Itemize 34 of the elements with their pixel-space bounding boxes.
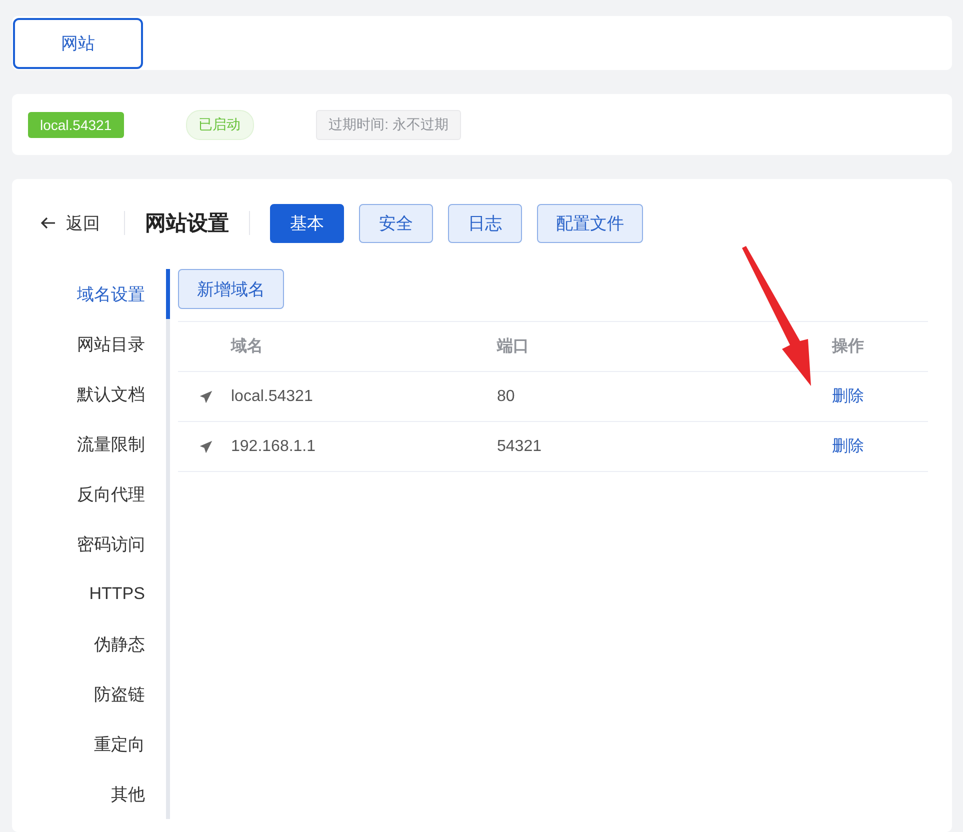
sidebar-item[interactable]: 重定向 [36,719,170,769]
expiry-tag: 过期时间: 永不过期 [316,110,462,140]
sidebar-item[interactable]: 伪静态 [36,619,170,669]
sidebar-item[interactable]: 流量限制 [36,419,170,469]
send-icon [198,390,212,404]
sidebar-item[interactable]: 域名设置 [36,269,170,319]
back-arrow-icon [40,216,56,230]
sidebar-item[interactable]: HTTPS [36,569,170,619]
settings-tab[interactable]: 日志 [448,204,522,242]
sidebar-item[interactable]: 网站目录 [36,319,170,369]
settings-tab[interactable]: 安全 [359,204,433,242]
delete-link[interactable]: 删除 [832,438,864,455]
sidebar-item[interactable]: 反向代理 [36,469,170,519]
sidebar-item[interactable]: 默认文档 [36,369,170,419]
delete-link[interactable]: 删除 [832,388,864,405]
back-button[interactable]: 返回 [36,212,104,234]
send-icon [198,440,212,454]
sidebar-item[interactable]: 密码访问 [36,519,170,569]
sidebar-item[interactable]: 其他 [36,769,170,819]
column-header: 端口 [497,336,530,357]
status-tag: 已启动 [186,110,254,140]
site-tab[interactable]: 网站 [13,18,143,69]
settings-tab[interactable]: 配置文件 [537,204,643,242]
sidebar-item[interactable]: 防盗链 [36,669,170,719]
table-cell-text: local.54321 [231,388,314,406]
table-cell-text: 192.168.1.1 [231,438,317,456]
add-domain-button[interactable]: 新增域名 [178,269,284,309]
column-header: 操作 [832,336,865,357]
table-cell-text: 80 [497,388,516,406]
column-header: 域名 [231,336,264,357]
table-cell-text: 54321 [497,438,542,456]
page-title: 网站设置 [145,211,229,237]
site-name-tag: local.54321 [28,112,124,138]
settings-tab[interactable]: 基本 [270,204,344,242]
